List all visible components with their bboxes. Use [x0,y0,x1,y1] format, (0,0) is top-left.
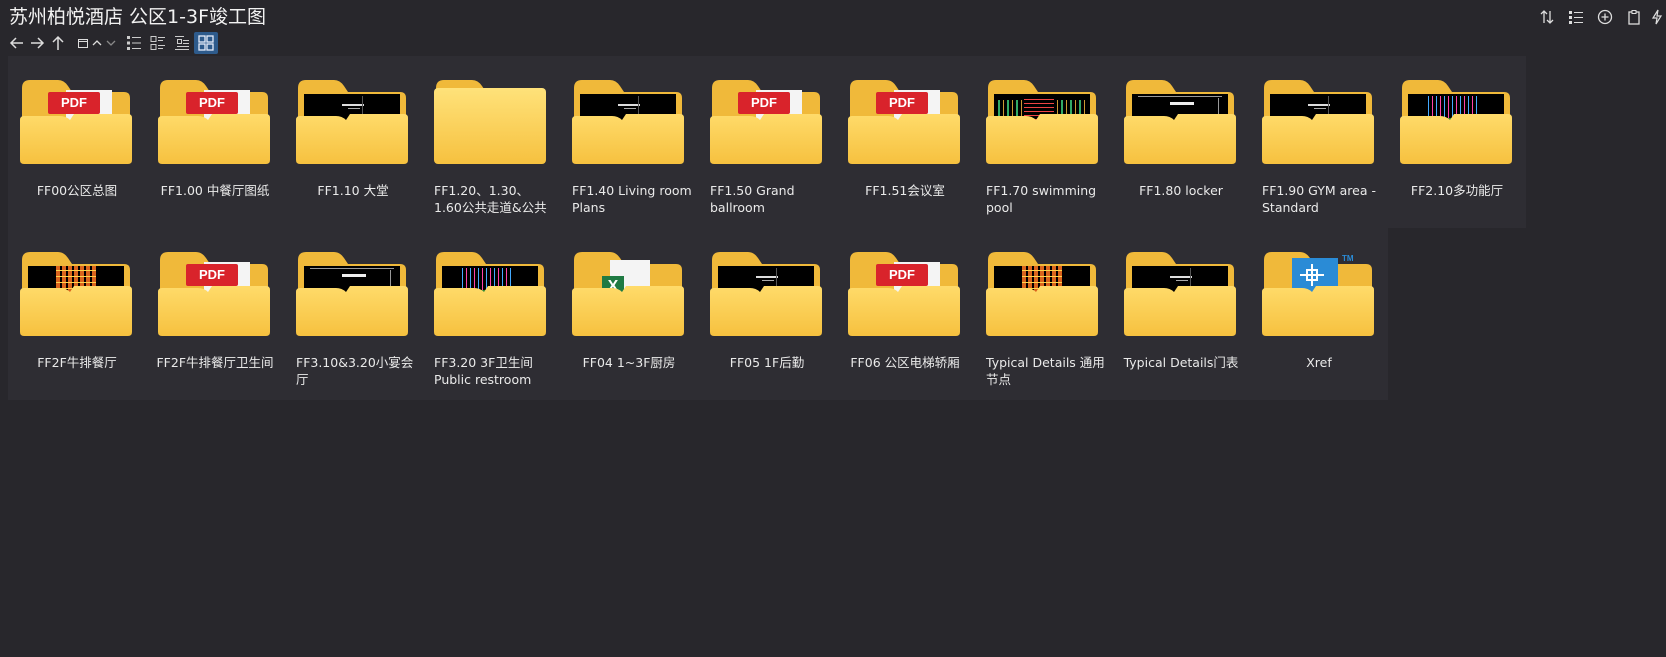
folder-label: FF00公区总图 [36,183,118,198]
folder-item[interactable]: FF1.80 locker [1112,56,1250,228]
folder-icon [20,248,132,336]
folder-item[interactable]: PDF FF1.51会议室 [836,56,974,228]
folder-label: Xref [1306,355,1332,370]
folder-icon [296,76,408,164]
folder-icon [296,248,408,336]
folder-icon: PDF [158,248,270,336]
folder-item[interactable]: FF2F牛排餐厅 [8,228,146,400]
folder-label: FF1.10 大堂 [317,183,389,198]
folder-item[interactable]: FF2.10多功能厅 [1388,56,1526,228]
folder-label: FF1.90 GYM area - Standard [1262,183,1377,215]
folder-icon [434,248,546,336]
folder-item[interactable]: X FF04 1~3F厨房 [560,228,698,400]
folder-icon [1400,76,1512,164]
folder-icon: PDF [848,76,960,164]
folder-item[interactable]: FF1.10 大堂 [284,56,422,228]
folder-label: FF1.80 locker [1139,183,1223,198]
checklist-icon[interactable] [1561,6,1590,28]
arrow-right-icon[interactable] [26,32,48,54]
folder-item[interactable]: Typical Details 通用节点 [974,228,1112,400]
folder-label: FF2.10多功能厅 [1410,183,1504,198]
folder-label: FF2F牛排餐厅卫生间 [156,355,274,370]
recent-locations-icon[interactable] [76,32,90,54]
folder-label: FF1.50 Grand ballroom [710,183,795,215]
tiles-view-icon[interactable] [170,32,194,54]
folder-item[interactable]: TM Xref [1250,228,1388,400]
folder-item[interactable]: PDF FF06 公区电梯轿厢 [836,228,974,400]
folder-icon [434,76,546,164]
folder-icon: PDF [848,248,960,336]
folder-icon [710,248,822,336]
folder-item[interactable]: FF1.40 Living room Plans [560,56,698,228]
folder-label: FF3.20 3F卫生间 Public restroom [434,355,533,387]
list-view-icon[interactable] [146,32,170,54]
folder-item[interactable]: FF1.20、1.30、1.60公共走道&公共卫... [422,56,560,228]
folder-label: FF3.10&3.20小宴会厅 [296,355,414,387]
folder-label: FF1.70 swimming pool [986,183,1097,215]
folder-item[interactable]: FF1.90 GYM area - Standard [1250,56,1388,228]
folder-label: FF2F牛排餐厅 [37,355,117,370]
folder-item[interactable]: PDF FF00公区总图 [8,56,146,228]
add-circle-icon[interactable] [1590,6,1619,28]
folder-icon [986,76,1098,164]
folder-icon [1124,76,1236,164]
folder-label: Typical Details 通用节点 [986,355,1105,387]
folder-item[interactable]: FF1.70 swimming pool [974,56,1112,228]
folder-item[interactable]: FF05 1F后勤 [698,228,836,400]
sort-icon[interactable] [1532,6,1561,28]
folder-icon: PDF [20,76,132,164]
view-toolbar [1532,6,1666,28]
folder-icon [1124,248,1236,336]
chevron-down-icon[interactable] [104,32,118,54]
navigation-bar [8,32,218,54]
folder-item[interactable]: Typical Details门表 [1112,228,1250,400]
folder-icon: X [572,248,684,336]
folder-icon: TM [1262,248,1374,336]
arrow-left-icon[interactable] [8,32,26,54]
folder-grid: PDF FF00公区总图 PDF FF1.00 中餐厅图纸 FF1.10 大堂 FF1.2… [8,56,1526,400]
folder-label: FF1.00 中餐厅图纸 [160,183,270,198]
folder-item[interactable]: FF3.20 3F卫生间 Public restroom [422,228,560,400]
folder-item[interactable]: PDF FF1.50 Grand ballroom [698,56,836,228]
folder-label: FF1.51会议室 [865,183,945,198]
window-title: 苏州柏悦酒店 公区1-3F竣工图 [9,6,267,28]
folder-icon [986,248,1098,336]
folder-label: Typical Details门表 [1123,355,1239,370]
folder-label: FF04 1~3F厨房 [582,355,676,370]
folder-item[interactable]: FF3.10&3.20小宴会厅 [284,228,422,400]
folder-icon: PDF [158,76,270,164]
folder-item[interactable]: PDF FF2F牛排餐厅卫生间 [146,228,284,400]
details-view-icon[interactable] [122,32,146,54]
clipboard-icon[interactable] [1619,6,1648,28]
arrow-up-icon[interactable] [48,32,68,54]
folder-label: FF06 公区电梯轿厢 [850,355,960,370]
folder-icon [572,76,684,164]
folder-icon: PDF [710,76,822,164]
folder-icon [1262,76,1374,164]
folder-label: FF1.20、1.30、1.60公共走道&公共卫... [434,183,547,215]
folder-label: FF1.40 Living room Plans [572,183,692,215]
large-icons-view-icon[interactable] [194,32,218,54]
lightning-icon[interactable] [1648,6,1666,28]
chevron-up-icon[interactable] [90,32,104,54]
folder-label: FF05 1F后勤 [729,355,805,370]
folder-item[interactable]: PDF FF1.00 中餐厅图纸 [146,56,284,228]
